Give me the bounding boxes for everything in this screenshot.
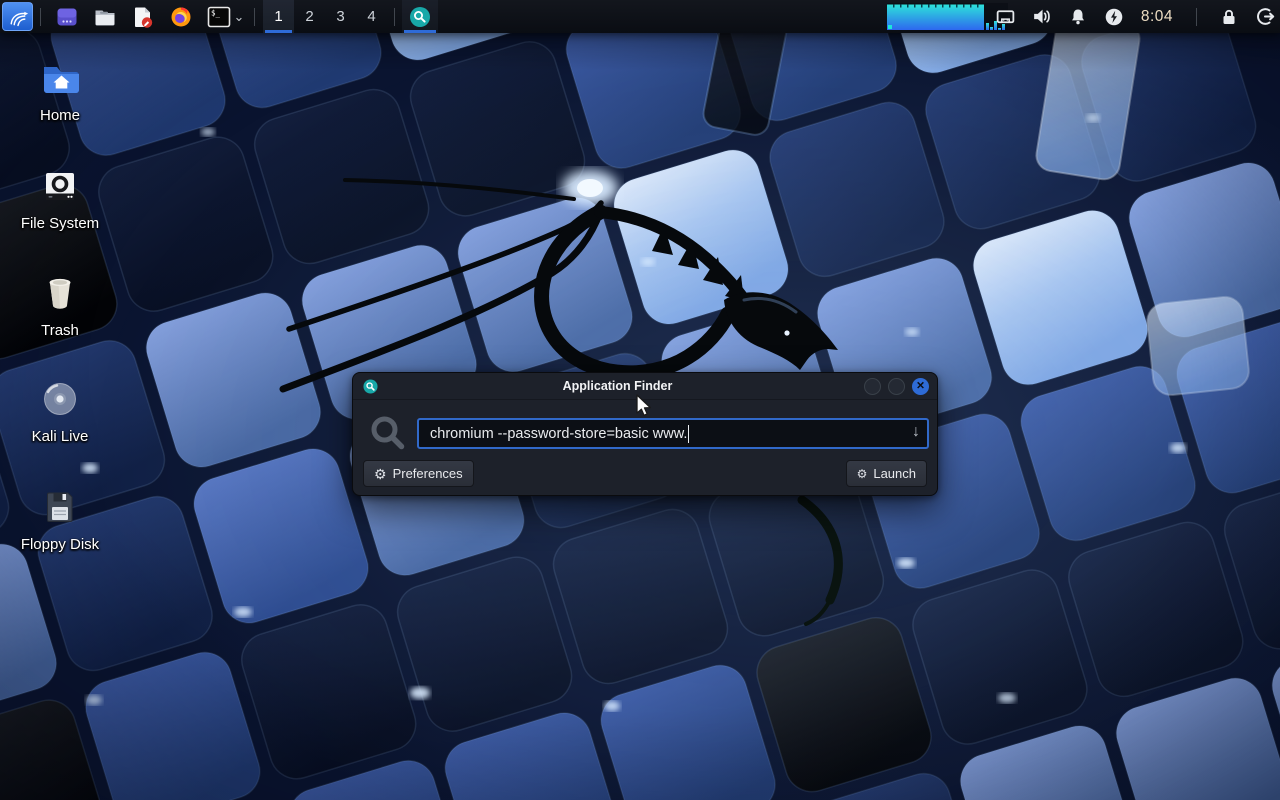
- trash-icon: [49, 278, 71, 309]
- panel-separator: [394, 7, 395, 26]
- panel-separator: [1196, 7, 1197, 26]
- svg-text:$_: $_: [211, 8, 221, 17]
- window-title: Application Finder: [562, 379, 673, 393]
- home-folder-icon: [44, 67, 79, 93]
- search-input[interactable]: chromium --password-store=basic www. ↓: [417, 418, 929, 449]
- file-manager-icon: [95, 10, 115, 25]
- desktop-label: Floppy Disk: [20, 536, 100, 553]
- launcher-terminal[interactable]: $_: [206, 4, 232, 30]
- maximize-button[interactable]: [888, 377, 905, 395]
- volume-icon[interactable]: [1031, 6, 1053, 28]
- taskbar-application-finder[interactable]: [402, 0, 438, 33]
- kali-logo-icon: [10, 11, 28, 26]
- desktop-icon-home[interactable]: Home: [12, 54, 108, 124]
- network-icon[interactable]: [995, 6, 1017, 28]
- launcher-firefox[interactable]: [168, 4, 194, 30]
- power-manager-icon[interactable]: [1103, 6, 1125, 28]
- launcher-files-app[interactable]: [54, 4, 80, 30]
- desktop-label: Trash: [41, 322, 79, 339]
- text-caret: [688, 424, 690, 443]
- gear-icon: ⚙: [374, 465, 387, 482]
- workspace-4[interactable]: 4: [356, 0, 387, 33]
- application-finder-icon: [410, 6, 430, 27]
- panel-separator: [40, 7, 41, 26]
- terminal-icon: $_: [207, 6, 231, 27]
- terminal-dropdown-chevron[interactable]: ⌄: [233, 9, 245, 25]
- desktop-icon-kali-live[interactable]: Kali Live: [12, 375, 108, 445]
- desktop-icon-file-system[interactable]: File System: [12, 162, 108, 232]
- mouse-cursor: [636, 394, 651, 416]
- text-editor-icon: [135, 7, 153, 28]
- workspace-switcher: 1 2 3 4: [263, 0, 387, 33]
- workspace-3[interactable]: 3: [325, 0, 356, 33]
- application-finder-window: Application Finder ✕ chromium --password…: [352, 372, 938, 496]
- window-app-icon: [363, 378, 378, 394]
- optical-disc-icon: [44, 383, 76, 415]
- workspace-1[interactable]: 1: [263, 0, 294, 33]
- launcher-file-manager[interactable]: [92, 4, 118, 30]
- close-button[interactable]: ✕: [912, 377, 929, 395]
- clock[interactable]: 8:04: [1139, 8, 1175, 26]
- notifications-bell-icon[interactable]: [1067, 6, 1089, 28]
- files-app-icon: [57, 8, 77, 25]
- desktop-icon-trash[interactable]: Trash: [12, 269, 108, 339]
- logout-icon[interactable]: [1254, 6, 1276, 28]
- panel-separator: [254, 7, 255, 26]
- launcher-text-editor[interactable]: [130, 4, 156, 30]
- search-input-value: chromium --password-store=basic www.: [430, 425, 688, 442]
- floppy-disk-icon: [47, 492, 73, 522]
- top-panel: $_ ⌄ 1 2 3 4 8:04: [0, 0, 1280, 33]
- desktop-label: Kali Live: [31, 428, 89, 445]
- applications-menu-button[interactable]: [2, 2, 33, 31]
- preferences-button[interactable]: ⚙ Preferences: [363, 460, 474, 487]
- search-icon: [371, 416, 405, 450]
- desktop-label: File System: [20, 215, 100, 232]
- desktop-icon-floppy-disk[interactable]: Floppy Disk: [12, 483, 108, 553]
- workspace-2[interactable]: 2: [294, 0, 325, 33]
- lock-screen-icon[interactable]: [1218, 6, 1240, 28]
- hard-drive-icon: [46, 173, 74, 200]
- firefox-icon: [171, 7, 191, 26]
- desktop-label: Home: [39, 107, 80, 124]
- minimize-button[interactable]: [864, 377, 881, 395]
- active-task-underline: [404, 30, 436, 33]
- cpu-graph[interactable]: [887, 3, 1008, 30]
- active-workspace-underline: [265, 30, 292, 33]
- launch-icon: ⚙: [856, 466, 868, 481]
- launch-button[interactable]: ⚙ Launch: [845, 460, 927, 487]
- dropdown-arrow-icon[interactable]: ↓: [912, 423, 920, 441]
